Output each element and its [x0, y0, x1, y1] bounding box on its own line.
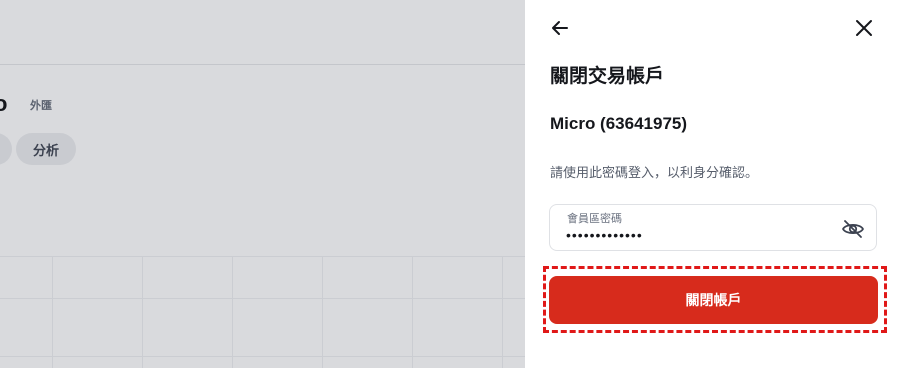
grid-line — [142, 256, 143, 368]
grid-line — [412, 256, 413, 368]
password-label: 會員區密碼 — [567, 213, 622, 225]
grid-line — [0, 298, 525, 299]
grid-line — [232, 256, 233, 368]
grid-line — [0, 256, 525, 257]
background-page: o 外匯 分析 — [0, 0, 525, 368]
grid-line — [322, 256, 323, 368]
instruction-text: 請使用此密碼登入，以利身分確認。 — [550, 165, 759, 180]
close-account-panel: 關閉交易帳戶 Micro (63641975) 請使用此密碼登入，以利身分確認。… — [525, 0, 900, 368]
eye-off-icon — [842, 220, 864, 238]
account-name: Micro (63641975) — [550, 114, 688, 133]
back-button[interactable] — [546, 14, 574, 42]
tab-pill-cut — [0, 133, 12, 165]
category-badge: 外匯 — [30, 100, 52, 112]
password-input[interactable] — [566, 225, 826, 245]
grid-line — [52, 256, 53, 368]
panel-title: 關閉交易帳戶 — [550, 66, 665, 87]
grid-line — [0, 356, 525, 357]
tab-analysis: 分析 — [16, 133, 76, 165]
password-field[interactable]: 會員區密碼 — [549, 204, 877, 251]
close-account-button[interactable]: 關閉帳戶 — [549, 276, 878, 324]
grid-line — [502, 256, 503, 368]
toggle-visibility-button[interactable] — [840, 216, 866, 242]
header-divider — [0, 64, 525, 65]
arrow-left-icon — [552, 21, 568, 35]
close-icon — [856, 20, 872, 36]
instrument-title: o — [0, 91, 8, 116]
close-button[interactable] — [850, 14, 878, 42]
